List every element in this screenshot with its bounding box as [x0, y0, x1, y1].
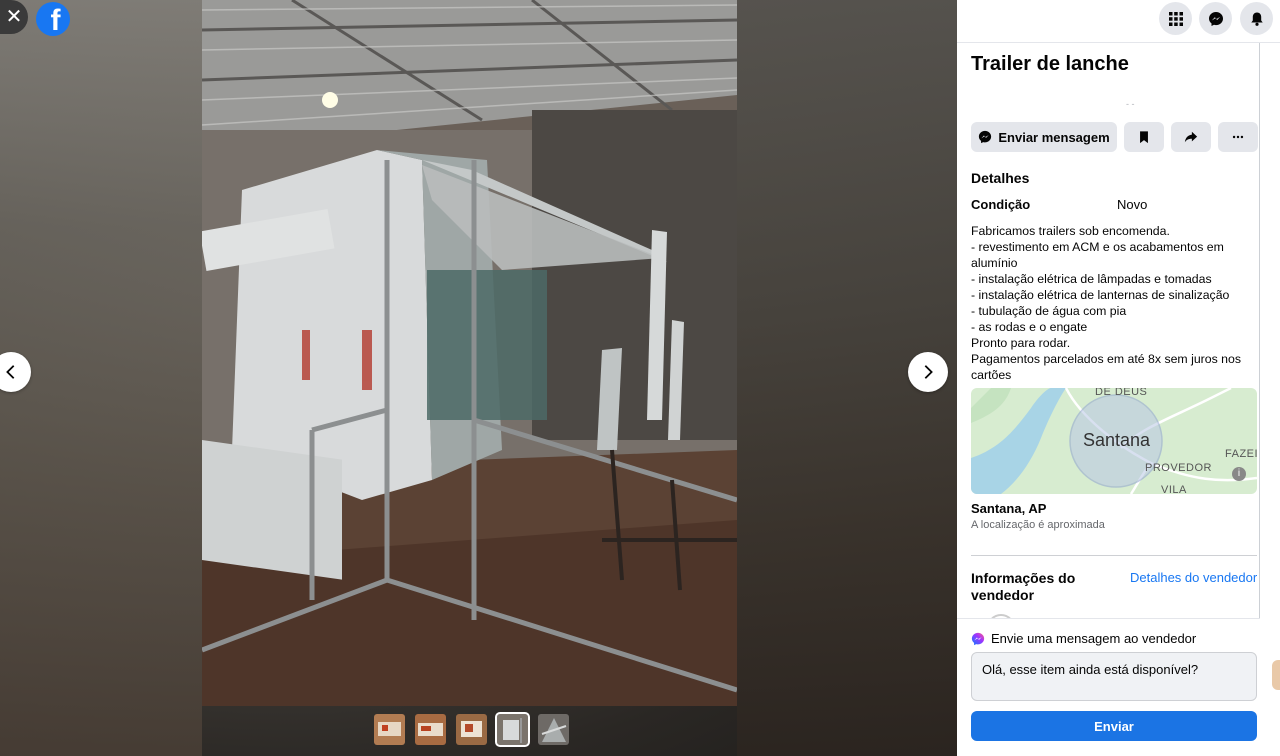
- listing-actions: Enviar mensagem: [971, 122, 1258, 152]
- thumbnail-5[interactable]: [538, 714, 569, 745]
- photo-viewer: ✕ f: [0, 0, 957, 756]
- map-city-label: Santana: [1083, 430, 1151, 450]
- messenger-icon: [1208, 11, 1223, 26]
- facebook-f-icon: f: [50, 4, 61, 36]
- top-bar: [957, 0, 1280, 43]
- listing-photo: [202, 0, 737, 706]
- message-heading: Envie uma mensagem ao vendedor: [991, 631, 1197, 646]
- listing-side-panel: Trailer de lanche - - Enviar mensagem De…: [957, 0, 1280, 756]
- map-info-icon[interactable]: i: [1232, 467, 1246, 481]
- more-options-button[interactable]: [1218, 122, 1258, 152]
- next-photo-button[interactable]: [908, 352, 948, 392]
- condition-label: Condição: [971, 197, 1031, 212]
- thumbnail-4[interactable]: [495, 712, 530, 747]
- faint-divider-mark: - -: [1126, 99, 1135, 109]
- condition-value: Novo: [1117, 197, 1148, 212]
- messenger-icon: [979, 130, 992, 144]
- thumbnail-1[interactable]: [374, 714, 405, 745]
- message-input[interactable]: Olá, esse item ainda está disponível?: [971, 652, 1257, 701]
- map-label-provedor: PROVEDOR: [1145, 462, 1212, 474]
- seller-info-heading: Informações do vendedor: [971, 570, 1076, 603]
- details-heading: Detalhes: [971, 170, 1030, 186]
- section-divider: [971, 555, 1257, 556]
- location-map[interactable]: DE DEUS Santana PROVEDOR FAZEI VILA i: [971, 388, 1257, 494]
- notifications-button[interactable]: [1240, 2, 1273, 35]
- map-label-de-deus: DE DEUS: [1095, 388, 1148, 398]
- bookmark-icon: [1140, 131, 1148, 144]
- listing-details: Trailer de lanche - - Enviar mensagem De…: [971, 43, 1259, 618]
- listing-title: Trailer de lanche: [971, 53, 1129, 75]
- seller-details-link[interactable]: Detalhes do vendedor: [1130, 570, 1257, 585]
- share-arrow-icon: [1184, 131, 1198, 143]
- thumbnail-strip: [374, 712, 569, 747]
- menu-grid-icon: [1168, 11, 1183, 26]
- messenger-button[interactable]: [1199, 2, 1232, 35]
- more-dots-icon: [1232, 135, 1244, 139]
- listing-description: Fabricamos trailers sob encomenda. - rev…: [971, 224, 1241, 382]
- chat-head-peek[interactable]: [1272, 660, 1280, 690]
- send-message-label: Enviar mensagem: [998, 129, 1110, 145]
- blurred-backdrop-left: [0, 0, 202, 756]
- trailer-photo-illustration: [202, 0, 737, 706]
- save-button[interactable]: [1124, 122, 1164, 152]
- message-seller-box: Envie uma mensagem ao vendedor Olá, esse…: [957, 618, 1260, 756]
- thumbnail-3[interactable]: [456, 714, 487, 745]
- close-icon: ✕: [5, 6, 23, 28]
- map-label-fazei: FAZEI: [1225, 448, 1257, 460]
- menu-button[interactable]: [1159, 2, 1192, 35]
- location-name: Santana, AP: [971, 501, 1047, 516]
- location-note: A localização é aproximada: [971, 519, 1105, 531]
- chevron-right-icon: [924, 365, 933, 379]
- send-message-button[interactable]: Enviar mensagem: [971, 122, 1117, 152]
- facebook-logo[interactable]: f: [36, 2, 70, 36]
- thumbnail-2[interactable]: [415, 714, 446, 745]
- share-button[interactable]: [1171, 122, 1211, 152]
- notifications-bell-icon: [1250, 12, 1263, 26]
- map-label-vila: VILA: [1161, 484, 1187, 494]
- message-heading-row: Envie uma mensagem ao vendedor: [971, 631, 1196, 646]
- send-button[interactable]: Enviar: [971, 711, 1257, 741]
- messenger-gradient-icon: [971, 632, 985, 645]
- chevron-left-icon: [6, 365, 15, 379]
